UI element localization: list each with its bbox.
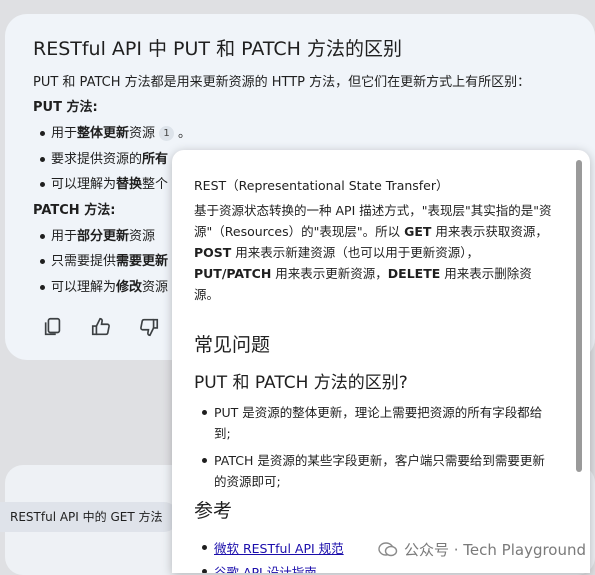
faq-item: PUT 是资源的整体更新，理论上需要把资源的所有字段都给到; [202,402,554,444]
put-bullet-1: 用于整体更新资源 1。 [40,122,191,141]
answer-actions [42,316,162,340]
patch-bullet-1: 用于部分更新资源 [40,225,155,244]
bullet-dot [40,285,45,290]
popup-description: 基于资源状态转换的一种 API 描述方式，"表现层"其实指的是"资源"（Reso… [194,203,552,302]
bullet-dot [40,131,45,136]
info-popup: REST（Representational State Transfer） 基于… [172,150,590,573]
popup-heading: REST（Representational State Transfer） [194,178,449,193]
popup-scrollbar[interactable] [576,160,582,472]
suggestion-chip[interactable]: RESTful API 中的 GET 方法 [0,502,178,532]
watermark: 公众号 · Tech Playground [378,539,586,560]
faq-item: PATCH 是资源的某些字段更新，客户端只需要给到需要更新的资源即可; [202,450,554,492]
reference-link-google[interactable]: 谷歌 API 设计指南 [202,565,317,573]
bullet-dot [40,157,45,162]
answer-title: RESTful API 中 PUT 和 PATCH 方法的区别 [33,38,402,60]
faq-question: PUT 和 PATCH 方法的区别? [194,373,408,393]
reference-link-microsoft[interactable]: 微软 RESTful API 规范 [202,541,344,556]
watermark-text: 公众号 · Tech Playground [404,541,587,559]
reference-link-item: 谷歌 API 设计指南 [202,562,317,573]
wechat-icon [378,541,398,558]
faq-heading: 常见问题 [194,334,271,356]
bullet-dot [202,545,207,550]
thumbs-down-icon[interactable] [138,316,162,340]
copy-icon[interactable] [42,316,66,340]
bullet-dot [40,259,45,264]
bullet-dot [202,569,207,573]
bullet-dot [202,410,207,415]
bullet-dot [202,458,207,463]
put-bullet-3: 可以理解为替换整个 [40,173,168,192]
bullet-dot [40,234,45,239]
patch-bullet-2: 只需要提供需要更新 [40,250,168,269]
answer-intro: PUT 和 PATCH 方法都是用来更新资源的 HTTP 方法，但它们在更新方式… [33,75,531,90]
thumbs-up-icon[interactable] [90,316,114,340]
reference-link-item: 微软 RESTful API 规范 [202,538,344,557]
bullet-dot [40,182,45,187]
citation-badge[interactable]: 1 [159,126,175,141]
patch-bullet-3: 可以理解为修改资源 [40,276,168,295]
put-heading: PUT 方法: [33,100,98,115]
reference-heading: 参考 [194,500,233,522]
patch-heading: PATCH 方法: [33,203,116,218]
put-bullet-2: 要求提供资源的所有 [40,148,168,167]
